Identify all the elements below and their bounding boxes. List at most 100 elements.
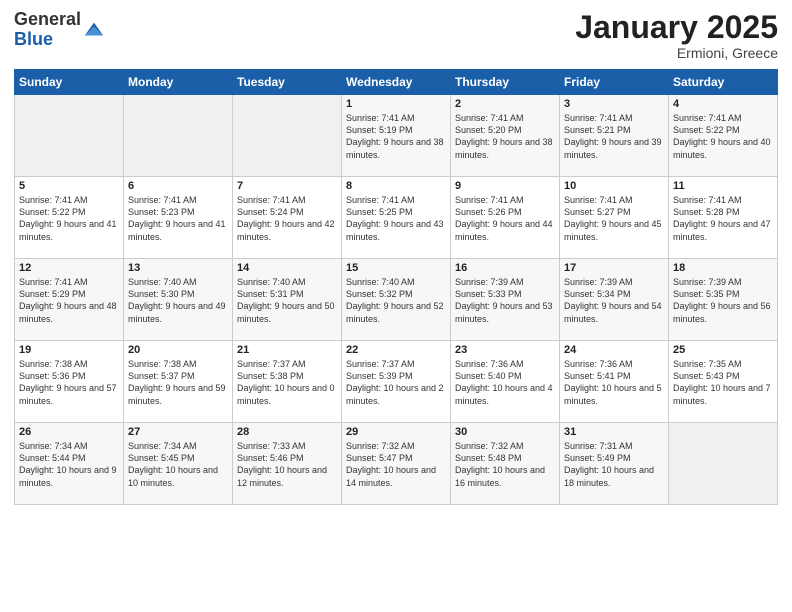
- day-info: Sunrise: 7:41 AM Sunset: 5:21 PM Dayligh…: [564, 112, 664, 161]
- day-info: Sunrise: 7:36 AM Sunset: 5:41 PM Dayligh…: [564, 358, 664, 407]
- calendar-cell: 23 Sunrise: 7:36 AM Sunset: 5:40 PM Dayli…: [451, 341, 560, 423]
- calendar-cell: 11 Sunrise: 7:41 AM Sunset: 5:28 PM Dayli…: [669, 177, 778, 259]
- calendar-cell: 24 Sunrise: 7:36 AM Sunset: 5:41 PM Dayli…: [560, 341, 669, 423]
- day-number: 9: [455, 180, 555, 192]
- day-info: Sunrise: 7:37 AM Sunset: 5:39 PM Dayligh…: [346, 358, 446, 407]
- calendar-cell: 13Sunrise: 7:40 AM Sunset: 5:30 PM Dayli…: [124, 259, 233, 341]
- calendar-week-2: 5 Sunrise: 7:41 AM Sunset: 5:22 PM Daylig…: [15, 177, 778, 259]
- calendar-cell: 31 Sunrise: 7:31 AM Sunset: 5:49 PM Dayli…: [560, 423, 669, 505]
- day-number: 24: [564, 344, 664, 356]
- title-block: January 2025 Ermioni, Greece: [575, 10, 778, 61]
- page-header: General Blue January 2025 Ermioni, Greec…: [14, 10, 778, 61]
- day-info: Sunrise: 7:32 AM Sunset: 5:47 PM Dayligh…: [346, 440, 446, 489]
- logo-blue-text: Blue: [14, 30, 81, 50]
- day-info: Sunrise: 7:41 AM Sunset: 5:22 PM Dayligh…: [19, 194, 119, 243]
- col-header-thursday: Thursday: [451, 70, 560, 95]
- day-info: Sunrise: 7:41 AM Sunset: 5:19 PM Dayligh…: [346, 112, 446, 161]
- calendar-cell: 28Sunrise: 7:33 AM Sunset: 5:46 PM Dayli…: [233, 423, 342, 505]
- calendar-cell: 14 Sunrise: 7:40 AM Sunset: 5:31 PM Dayli…: [233, 259, 342, 341]
- day-info: Sunrise: 7:41 AM Sunset: 5:29 PM Dayligh…: [19, 276, 119, 325]
- logo-icon: [83, 19, 105, 41]
- day-info: Sunrise: 7:37 AM Sunset: 5:38 PM Dayligh…: [237, 358, 337, 407]
- calendar-cell: 30 Sunrise: 7:32 AM Sunset: 5:48 PM Dayli…: [451, 423, 560, 505]
- calendar-cell: [15, 95, 124, 177]
- calendar-cell: 26 Sunrise: 7:34 AM Sunset: 5:44 PM Dayli…: [15, 423, 124, 505]
- day-info: Sunrise: 7:39 AM Sunset: 5:35 PM Dayligh…: [673, 276, 773, 325]
- day-number: 26: [19, 426, 119, 438]
- day-number: 28: [237, 426, 337, 438]
- day-info: Sunrise: 7:34 AM Sunset: 5:44 PM Dayligh…: [19, 440, 119, 489]
- calendar-cell: 15Sunrise: 7:40 AM Sunset: 5:32 PM Dayli…: [342, 259, 451, 341]
- day-number: 21: [237, 344, 337, 356]
- calendar-cell: 7 Sunrise: 7:41 AM Sunset: 5:24 PM Daylig…: [233, 177, 342, 259]
- day-number: 14: [237, 262, 337, 274]
- day-number: 12: [19, 262, 119, 274]
- day-info: Sunrise: 7:41 AM Sunset: 5:26 PM Dayligh…: [455, 194, 555, 243]
- day-number: 27: [128, 426, 228, 438]
- day-number: 7: [237, 180, 337, 192]
- day-info: Sunrise: 7:41 AM Sunset: 5:28 PM Dayligh…: [673, 194, 773, 243]
- calendar-cell: 1 Sunrise: 7:41 AM Sunset: 5:19 PM Daylig…: [342, 95, 451, 177]
- day-number: 30: [455, 426, 555, 438]
- day-info: Sunrise: 7:34 AM Sunset: 5:45 PM Dayligh…: [128, 440, 228, 489]
- calendar-cell: 27 Sunrise: 7:34 AM Sunset: 5:45 PM Dayli…: [124, 423, 233, 505]
- day-number: 10: [564, 180, 664, 192]
- day-number: 31: [564, 426, 664, 438]
- calendar-cell: 2Sunrise: 7:41 AM Sunset: 5:20 PM Daylig…: [451, 95, 560, 177]
- col-header-friday: Friday: [560, 70, 669, 95]
- day-info: Sunrise: 7:38 AM Sunset: 5:37 PM Dayligh…: [128, 358, 228, 407]
- calendar-table: SundayMondayTuesdayWednesdayThursdayFrid…: [14, 69, 778, 505]
- calendar-cell: 4 Sunrise: 7:41 AM Sunset: 5:22 PM Daylig…: [669, 95, 778, 177]
- day-number: 8: [346, 180, 446, 192]
- day-info: Sunrise: 7:39 AM Sunset: 5:33 PM Dayligh…: [455, 276, 555, 325]
- day-info: Sunrise: 7:35 AM Sunset: 5:43 PM Dayligh…: [673, 358, 773, 407]
- calendar-cell: 25 Sunrise: 7:35 AM Sunset: 5:43 PM Dayli…: [669, 341, 778, 423]
- calendar-week-5: 26 Sunrise: 7:34 AM Sunset: 5:44 PM Dayli…: [15, 423, 778, 505]
- calendar-cell: 22 Sunrise: 7:37 AM Sunset: 5:39 PM Dayli…: [342, 341, 451, 423]
- day-number: 3: [564, 98, 664, 110]
- day-info: Sunrise: 7:40 AM Sunset: 5:32 PM Dayligh…: [346, 276, 446, 325]
- calendar-cell: 21 Sunrise: 7:37 AM Sunset: 5:38 PM Dayli…: [233, 341, 342, 423]
- day-number: 5: [19, 180, 119, 192]
- calendar-cell: [124, 95, 233, 177]
- day-info: Sunrise: 7:32 AM Sunset: 5:48 PM Dayligh…: [455, 440, 555, 489]
- calendar-cell: 10Sunrise: 7:41 AM Sunset: 5:27 PM Dayli…: [560, 177, 669, 259]
- day-number: 13: [128, 262, 228, 274]
- col-header-monday: Monday: [124, 70, 233, 95]
- calendar-week-4: 19 Sunrise: 7:38 AM Sunset: 5:36 PM Dayli…: [15, 341, 778, 423]
- day-info: Sunrise: 7:41 AM Sunset: 5:23 PM Dayligh…: [128, 194, 228, 243]
- day-info: Sunrise: 7:41 AM Sunset: 5:22 PM Dayligh…: [673, 112, 773, 161]
- calendar-title: January 2025: [575, 10, 778, 45]
- day-info: Sunrise: 7:38 AM Sunset: 5:36 PM Dayligh…: [19, 358, 119, 407]
- col-header-saturday: Saturday: [669, 70, 778, 95]
- day-number: 23: [455, 344, 555, 356]
- calendar-header-row: SundayMondayTuesdayWednesdayThursdayFrid…: [15, 70, 778, 95]
- day-number: 18: [673, 262, 773, 274]
- day-number: 25: [673, 344, 773, 356]
- day-number: 16: [455, 262, 555, 274]
- calendar-cell: 9 Sunrise: 7:41 AM Sunset: 5:26 PM Daylig…: [451, 177, 560, 259]
- calendar-week-1: 1 Sunrise: 7:41 AM Sunset: 5:19 PM Daylig…: [15, 95, 778, 177]
- day-info: Sunrise: 7:41 AM Sunset: 5:20 PM Dayligh…: [455, 112, 555, 161]
- day-number: 19: [19, 344, 119, 356]
- calendar-subtitle: Ermioni, Greece: [575, 45, 778, 61]
- day-info: Sunrise: 7:31 AM Sunset: 5:49 PM Dayligh…: [564, 440, 664, 489]
- logo: General Blue: [14, 10, 105, 50]
- calendar-week-3: 12 Sunrise: 7:41 AM Sunset: 5:29 PM Dayli…: [15, 259, 778, 341]
- calendar-cell: 17Sunrise: 7:39 AM Sunset: 5:34 PM Dayli…: [560, 259, 669, 341]
- day-number: 20: [128, 344, 228, 356]
- calendar-cell: 20 Sunrise: 7:38 AM Sunset: 5:37 PM Dayli…: [124, 341, 233, 423]
- day-info: Sunrise: 7:39 AM Sunset: 5:34 PM Dayligh…: [564, 276, 664, 325]
- calendar-cell: [669, 423, 778, 505]
- day-info: Sunrise: 7:36 AM Sunset: 5:40 PM Dayligh…: [455, 358, 555, 407]
- day-info: Sunrise: 7:41 AM Sunset: 5:24 PM Dayligh…: [237, 194, 337, 243]
- calendar-cell: 16 Sunrise: 7:39 AM Sunset: 5:33 PM Dayli…: [451, 259, 560, 341]
- day-info: Sunrise: 7:40 AM Sunset: 5:31 PM Dayligh…: [237, 276, 337, 325]
- day-number: 22: [346, 344, 446, 356]
- day-number: 1: [346, 98, 446, 110]
- day-number: 11: [673, 180, 773, 192]
- day-number: 4: [673, 98, 773, 110]
- calendar-cell: 5 Sunrise: 7:41 AM Sunset: 5:22 PM Daylig…: [15, 177, 124, 259]
- day-info: Sunrise: 7:41 AM Sunset: 5:25 PM Dayligh…: [346, 194, 446, 243]
- calendar-cell: [233, 95, 342, 177]
